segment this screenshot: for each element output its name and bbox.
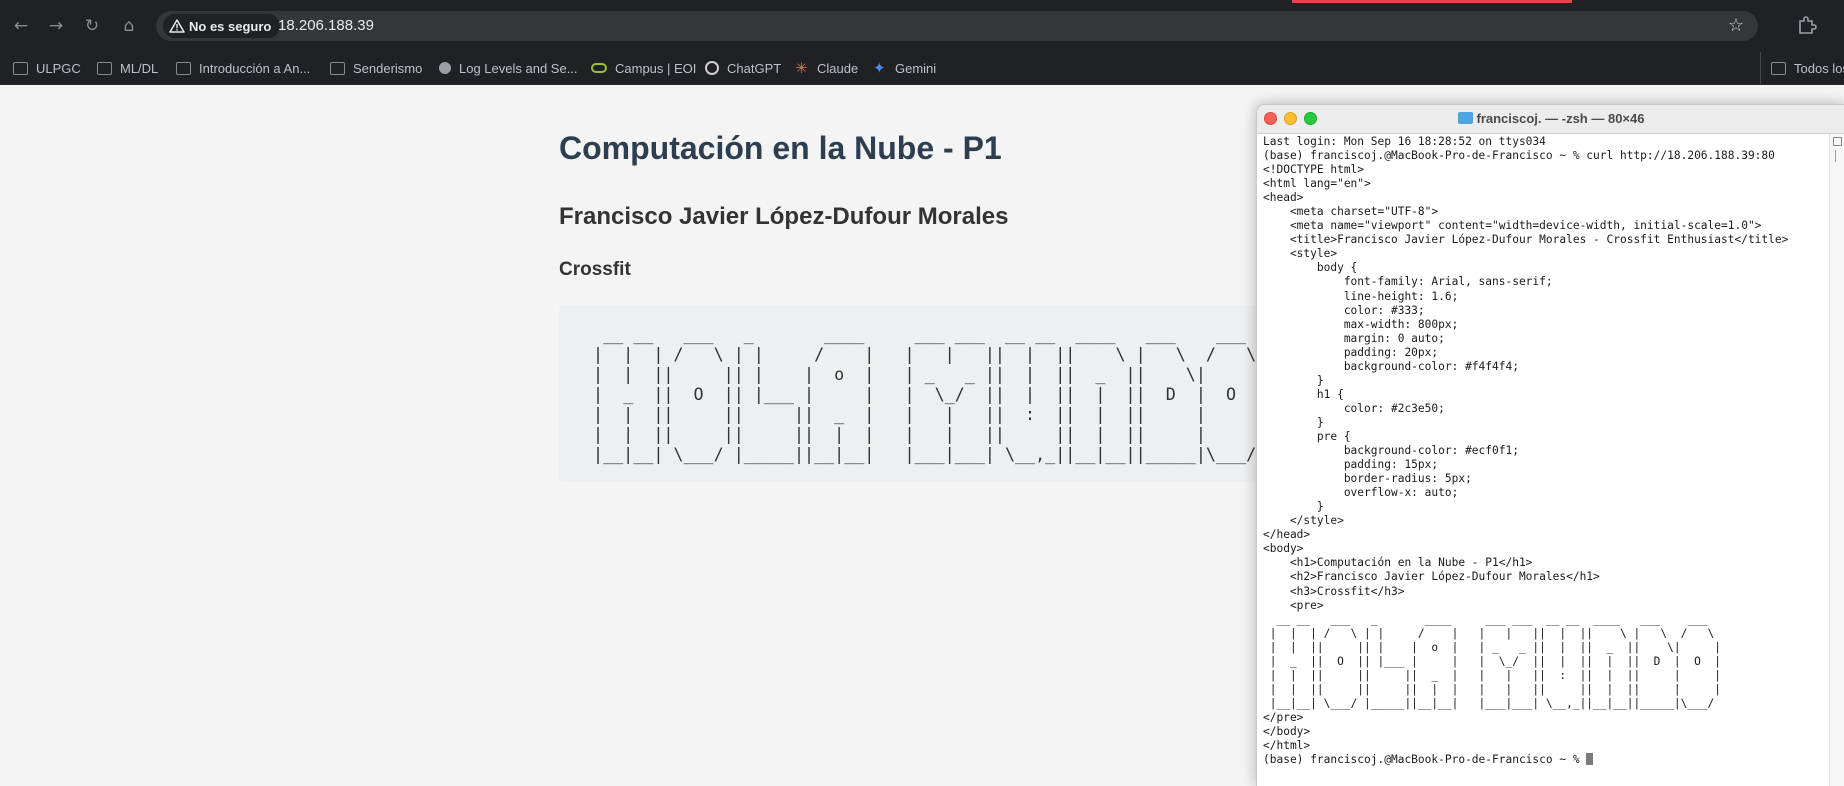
bookmark-gemini[interactable]: ✦ Gemini [873,52,936,84]
reload-icon[interactable]: ↻ [80,14,104,38]
warning-icon [169,19,185,33]
page-section-heading: Crossfit [559,259,631,280]
terminal-scrollbar[interactable] [1829,134,1844,786]
terminal-cursor [1586,753,1594,766]
url-text[interactable]: 18.206.188.39 [278,11,374,41]
folder-icon [176,61,191,75]
bookmark-introduccion[interactable]: Introducción a An... [176,52,310,84]
bookmark-label: Todos los m [1794,60,1844,76]
bookmark-label: ChatGPT [727,60,782,76]
page-subtitle: Francisco Javier López-Dufour Morales [559,203,1009,230]
address-bar[interactable]: No es seguro 18.206.188.39 ☆ [156,11,1758,41]
page-title: Computación en la Nube - P1 [559,130,1002,166]
back-icon[interactable]: ← [9,14,33,38]
folder-icon [97,61,112,75]
bookmark-label: Gemini [895,60,937,76]
bookmark-label: Claude [817,60,859,76]
forward-icon[interactable]: → [44,14,68,38]
terminal-prompt: (base) franciscoj.@MacBook-Pro-de-Franci… [1263,753,1587,767]
bookmark-label: Introducción a An... [199,60,311,76]
tab-strip-accent [1292,0,1572,3]
bookmark-label: ML/DL [120,60,159,76]
terminal-output-text: Last login: Mon Sep 16 18:28:52 on ttys0… [1263,135,1789,753]
home-icon[interactable]: ⌂ [117,14,141,38]
bookmark-senderismo[interactable]: Senderismo [330,52,422,84]
bookmark-label: Log Levels and Se... [459,60,578,76]
gemini-icon: ✦ [873,59,886,77]
terminal-title: franciscoj. — -zsh — 80×46 [1257,105,1844,133]
bookmark-star-icon[interactable]: ☆ [1728,11,1744,41]
bookmark-log-levels[interactable]: Log Levels and Se... [439,52,578,84]
security-indicator[interactable]: No es seguro [163,14,281,38]
terminal-output[interactable]: Last login: Mon Sep 16 18:28:52 on ttys0… [1263,135,1829,767]
extensions-icon[interactable] [1796,14,1818,36]
bookmark-chatgpt[interactable]: ChatGPT [705,52,781,84]
bookmark-campus-eoi[interactable]: Campus | EOI [591,52,696,84]
eoi-icon [591,63,607,73]
bookmark-all[interactable]: Todos los m [1760,52,1844,84]
bookmark-label: Senderismo [353,60,423,76]
bookmark-claude[interactable]: ✳ Claude [795,52,858,84]
bookmark-label: Campus | EOI [615,60,697,76]
bookmarks-bar: ULPGC ML/DL Introducción a An... Senderi… [0,52,1844,85]
bookmark-ulpgc[interactable]: ULPGC [13,52,81,84]
folder-icon [330,61,345,75]
claude-icon: ✳ [795,59,808,77]
scrollbar-button[interactable] [1833,137,1842,146]
bookmark-label: ULPGC [36,60,81,76]
terminal-title-text: franciscoj. — -zsh — 80×46 [1476,111,1645,126]
scrollbar-thumb[interactable] [1835,150,1841,162]
security-label: No es seguro [189,18,272,34]
folder-icon [13,61,28,75]
terminal-titlebar[interactable]: franciscoj. — -zsh — 80×46 [1257,105,1844,134]
ascii-art-block: __ __ ___ _ ____ ___ ___ __ __ ____ ___ … [559,305,1259,482]
site-icon [439,62,451,74]
browser-toolbar: ← → ↻ ⌂ No es seguro 18.206.188.39 ☆ [0,0,1844,52]
terminal-window[interactable]: franciscoj. — -zsh — 80×46 Last login: M… [1256,104,1844,786]
chatgpt-icon [705,61,719,75]
folder-icon [1771,61,1786,75]
bookmark-ml-dl[interactable]: ML/DL [97,52,158,84]
folder-icon [1457,112,1473,124]
